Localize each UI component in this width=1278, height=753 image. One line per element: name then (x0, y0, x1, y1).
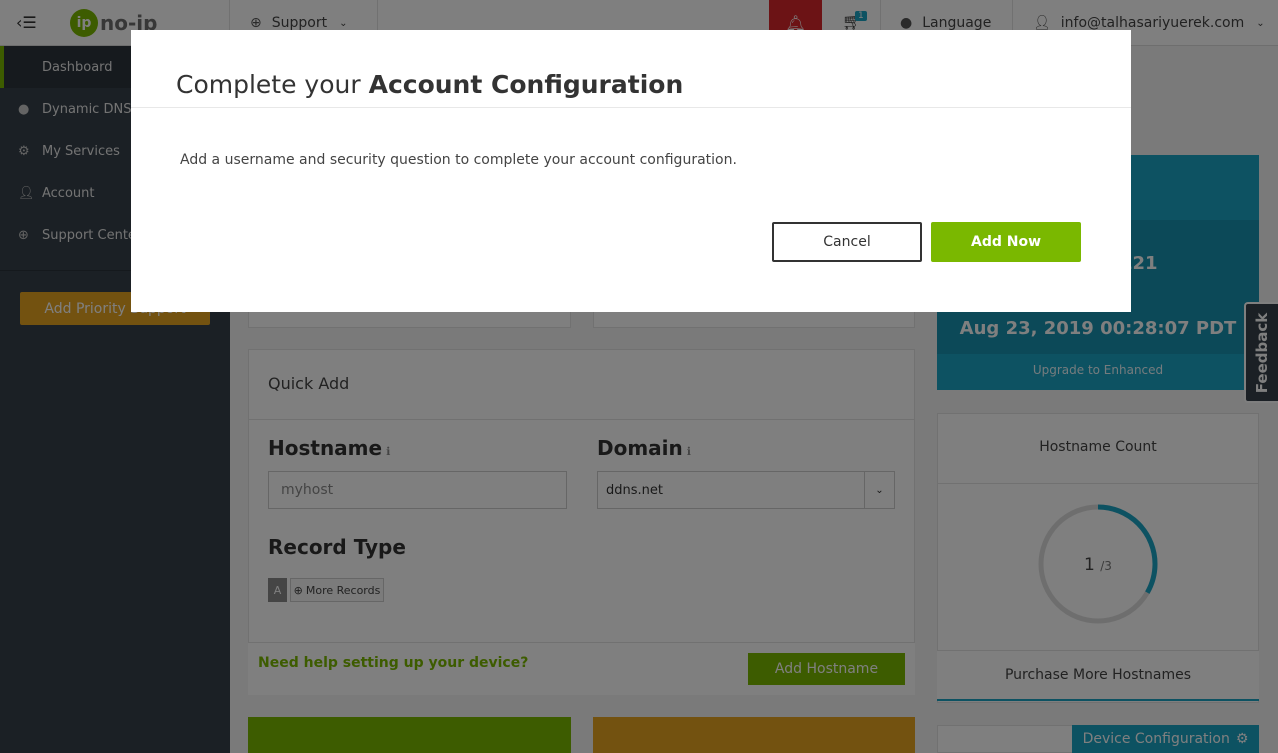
account-config-modal: Complete your Account Configuration Add … (131, 30, 1131, 312)
modal-title-prefix: Complete your (176, 70, 369, 99)
divider (131, 107, 1131, 108)
modal-title-bold: Account Configuration (368, 70, 684, 99)
modal-body-text: Add a username and security question to … (180, 152, 737, 168)
add-now-button[interactable]: Add Now (931, 222, 1081, 262)
modal-title: Complete your Account Configuration (176, 70, 683, 99)
cancel-button[interactable]: Cancel (772, 222, 922, 262)
